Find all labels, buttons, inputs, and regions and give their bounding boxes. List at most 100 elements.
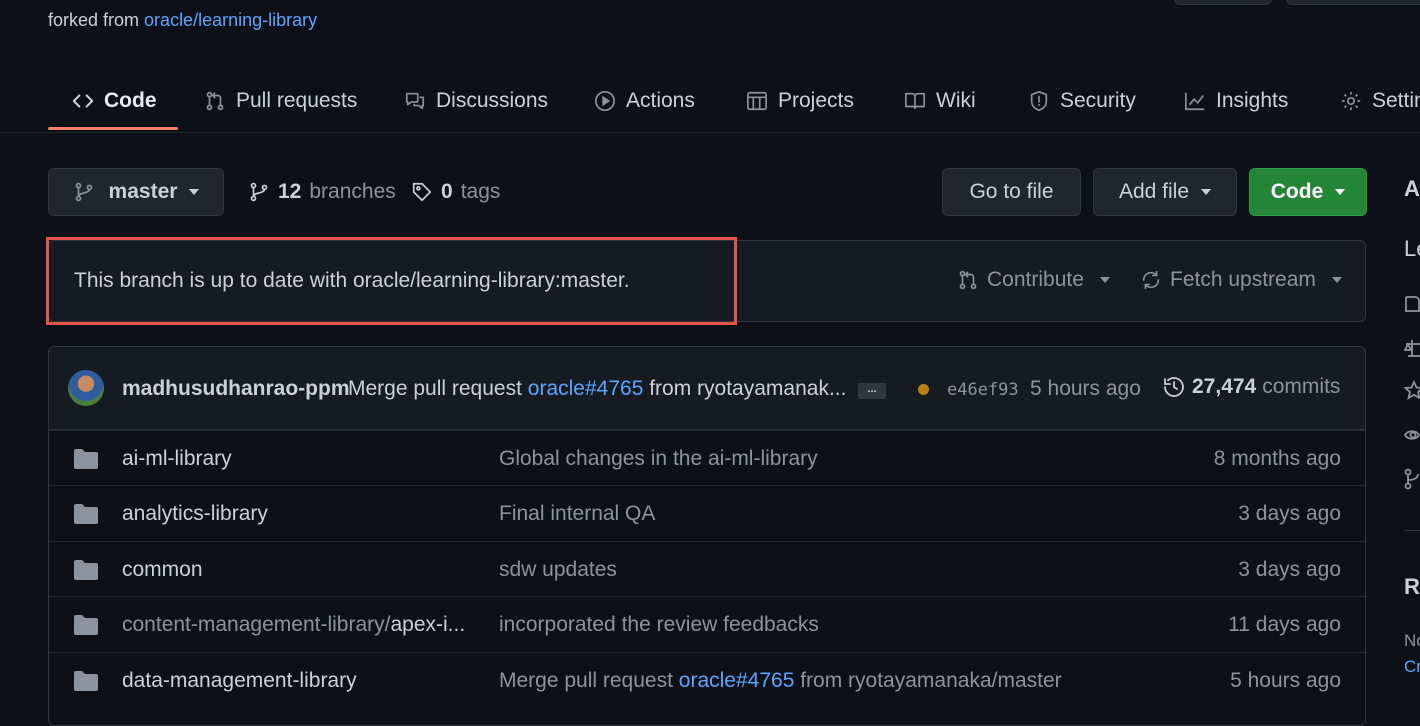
fork-icon[interactable] [1404,468,1420,490]
code-clone-button[interactable]: Code [1249,168,1367,216]
file-commit-message[interactable]: incorporated the review feedbacks [499,613,819,637]
file-age: 5 hours ago [1230,669,1341,692]
commit-time: 5 hours ago [1030,377,1141,400]
active-tab-underline [48,127,178,130]
file-row[interactable]: ai-ml-library Global changes in the ai-m… [49,430,1365,486]
commit-message-prefix: Merge pull request [348,377,522,400]
tab-label: Security [1060,88,1136,112]
file-age: 11 days ago [1228,613,1341,636]
pull-request-icon [204,90,226,112]
tab-label: Settin [1372,88,1420,112]
tags-label: tags [460,180,501,203]
branches-link[interactable]: 12 branches [248,180,396,204]
tab-label: Actions [626,88,695,112]
file-browser: madhusudhanrao-ppm Merge pull request or… [48,346,1366,726]
tab-label: Pull requests [236,88,358,112]
tab-insights[interactable]: Insights [1184,70,1288,131]
pull-request-icon [957,269,979,291]
forked-prefix: forked from [48,10,140,30]
file-row[interactable]: content-management-library/apex-i... inc… [49,596,1365,652]
file-row[interactable]: analytics-library Final internal QA 3 da… [49,485,1365,541]
shield-icon [1028,90,1050,112]
tags-count: 0 [441,180,453,203]
releases-heading[interactable]: R [1404,574,1420,600]
commit-hash[interactable]: e46ef93 [947,380,1019,400]
chevron-down-icon [1331,277,1342,283]
chevron-down-icon [1335,189,1346,195]
no-releases-text: No [1404,631,1420,650]
file-commit-message[interactable]: Final internal QA [499,502,655,526]
contribute-label: Contribute [987,268,1084,291]
file-age: 3 days ago [1238,502,1341,525]
commit-author[interactable]: madhusudhanrao-ppm [122,377,350,401]
repo-tabs: Code Pull requests Discussions Actions P… [0,70,1420,133]
highlight-annotation-box [46,237,737,325]
folder-icon [73,448,99,470]
history-icon [1162,375,1186,399]
readme-book-icon[interactable] [1404,294,1420,314]
commits-link[interactable]: 27,474 commits [1162,375,1340,399]
tab-actions[interactable]: Actions [594,70,695,131]
file-name[interactable]: common [122,558,203,582]
license-scale-icon[interactable] [1404,338,1420,358]
chevron-down-icon [189,189,200,195]
file-name[interactable]: analytics-library [122,502,268,526]
commit-pr-link[interactable]: oracle#4765 [528,377,644,400]
file-commit-message[interactable]: sdw updates [499,558,617,582]
star-button[interactable] [1286,0,1420,5]
star-icon[interactable] [1404,380,1420,400]
file-commit-message[interactable]: Merge pull request oracle#4765 from ryot… [499,669,1062,693]
branch-icon [248,181,270,203]
file-path-prefix: content-management-library/ [122,613,391,636]
go-to-file-button[interactable]: Go to file [942,168,1081,216]
latest-commit-bar: madhusudhanrao-ppm Merge pull request or… [49,347,1365,430]
file-age: 3 days ago [1238,558,1341,581]
gear-icon [1340,90,1362,112]
chevron-down-icon [1099,277,1110,283]
commit-message-suffix: from ryotayamanak... [649,377,847,400]
folder-icon [73,614,99,636]
create-release-link[interactable]: Cr [1404,657,1420,677]
graph-icon [1184,90,1206,112]
file-commit-message[interactable]: Global changes in the ai-ml-library [499,447,818,471]
tags-link[interactable]: 0 tags [411,180,500,204]
tab-wiki[interactable]: Wiki [904,70,976,131]
file-row[interactable]: data-management-library Merge pull reque… [49,652,1365,708]
file-commit-pr-link[interactable]: oracle#4765 [679,669,795,692]
contribute-button[interactable]: Contribute [957,268,1110,292]
discussions-icon [404,90,426,112]
book-icon [904,90,926,112]
fetch-upstream-button[interactable]: Fetch upstream [1140,268,1342,292]
branch-select-button[interactable]: master [48,168,224,216]
repo-description: Le [1404,236,1420,261]
eye-icon[interactable] [1404,425,1420,445]
tab-pull-requests[interactable]: Pull requests [204,70,357,131]
file-name[interactable]: ai-ml-library [122,447,232,471]
tab-code[interactable]: Code [72,70,157,131]
folder-icon [73,670,99,692]
tab-projects[interactable]: Projects [746,70,854,131]
expand-commit-button[interactable]: ... [858,383,886,399]
forked-repo-link[interactable]: oracle/learning-library [144,10,317,30]
code-button-label: Code [1270,180,1324,203]
watch-button[interactable] [1174,0,1272,5]
tab-security[interactable]: Security [1028,70,1136,131]
commits-count: 27,474 [1192,375,1257,398]
tab-label: Projects [778,88,854,112]
tab-discussions[interactable]: Discussions [404,70,548,131]
branch-icon [73,181,95,203]
tab-settings[interactable]: Settin [1340,70,1420,131]
commit-status-dot[interactable] [918,384,929,395]
commit-message[interactable]: Merge pull request oracle#4765 from ryot… [348,377,846,401]
branches-label: branches [309,180,396,203]
file-path-leaf: apex-i... [390,613,466,636]
about-heading: A [1404,176,1420,201]
sync-icon [1140,269,1162,291]
actions-icon [594,90,616,112]
projects-icon [746,90,768,112]
file-name[interactable]: content-management-library/apex-i... [122,613,465,637]
avatar[interactable] [68,370,104,406]
add-file-button[interactable]: Add file [1093,168,1237,216]
file-name[interactable]: data-management-library [122,669,357,693]
file-row[interactable]: common sdw updates 3 days ago [49,541,1365,597]
